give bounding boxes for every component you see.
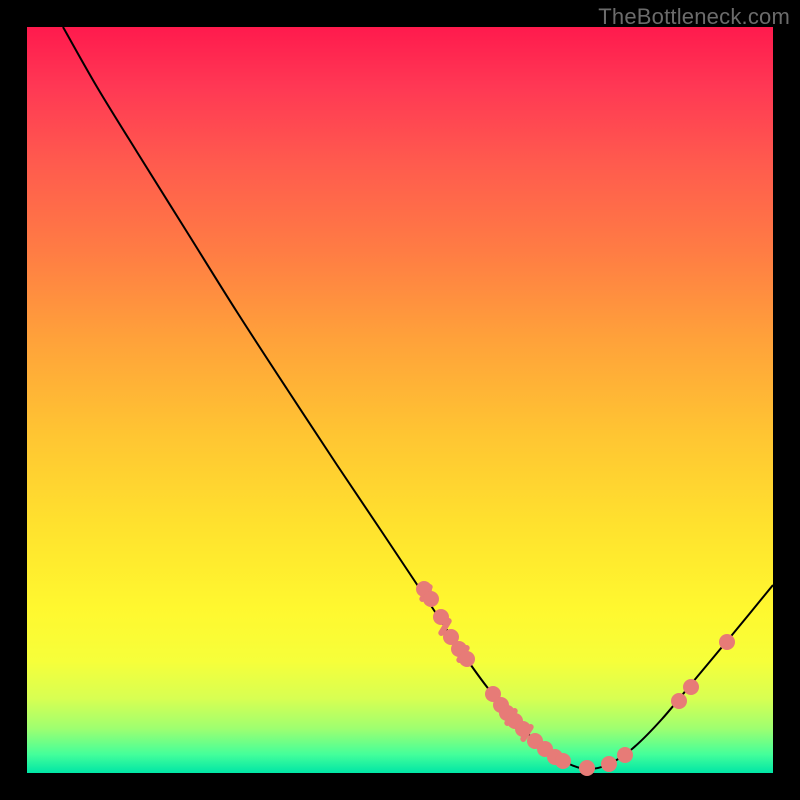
highlight-dots xyxy=(416,581,735,776)
data-point xyxy=(555,753,571,769)
data-point xyxy=(515,721,531,737)
data-point xyxy=(617,747,633,763)
data-point xyxy=(671,693,687,709)
data-point xyxy=(683,679,699,695)
data-point xyxy=(601,756,617,772)
watermark-text: TheBottleneck.com xyxy=(598,4,790,30)
data-point xyxy=(579,760,595,776)
data-point xyxy=(459,651,475,667)
chart-svg xyxy=(27,27,773,773)
plot-area xyxy=(27,27,773,773)
data-point xyxy=(423,591,439,607)
bottleneck-curve xyxy=(63,27,773,769)
data-point xyxy=(719,634,735,650)
data-point xyxy=(433,609,449,625)
